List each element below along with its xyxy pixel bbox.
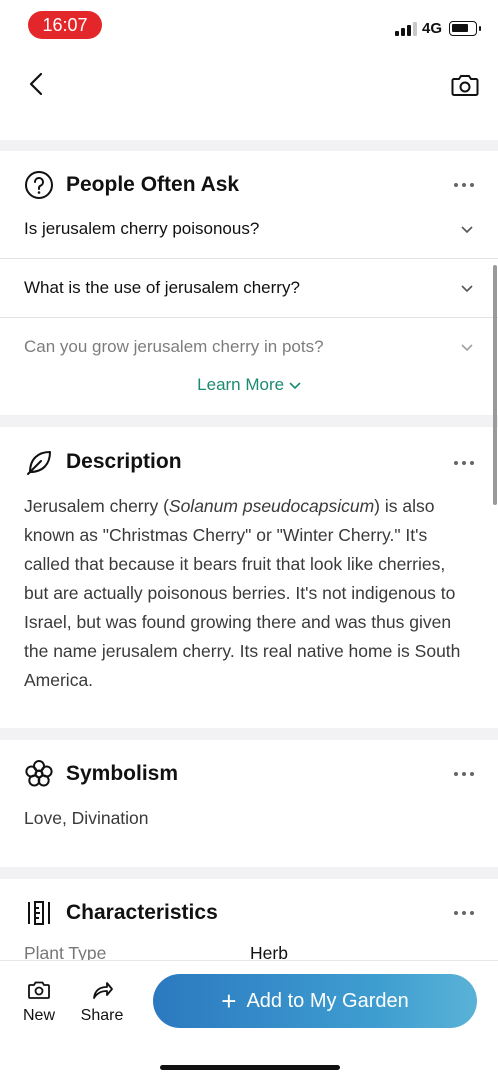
more-options-icon[interactable] [452, 770, 476, 778]
faq-question: Is jerusalem cherry poisonous? [24, 219, 260, 238]
faq-item[interactable]: What is the use of jerusalem cherry? [0, 258, 498, 317]
network-type: 4G [422, 20, 443, 37]
status-time: 16:07 [28, 11, 102, 39]
people-often-ask-title: People Often Ask [66, 173, 240, 196]
chevron-down-icon [289, 382, 301, 390]
symbolism-title: Symbolism [66, 762, 179, 785]
share-label: Share [80, 1007, 124, 1024]
symbolism-text: Love, Divination [24, 808, 149, 828]
chevron-down-icon [461, 285, 473, 293]
description-title: Description [66, 450, 182, 473]
faq-question: Can you grow jerusalem cherry in pots? [24, 337, 324, 356]
chevron-down-icon [461, 226, 473, 234]
new-button[interactable]: New [9, 979, 69, 1025]
chevron-down-icon [461, 344, 473, 352]
camera-icon[interactable] [450, 70, 480, 100]
back-arrow-icon[interactable] [24, 70, 52, 98]
people-often-ask-card: People Often Ask Is jerusalem cherry poi… [0, 151, 498, 415]
more-options-icon[interactable] [452, 181, 476, 189]
cellular-signal-icon [395, 22, 417, 36]
ruler-icon [28, 901, 50, 925]
add-to-garden-label: Add to My Garden [246, 989, 409, 1012]
description-card: Description Jerusalem cherry (Solanum ps… [0, 427, 498, 728]
characteristic-value: Herb [250, 943, 288, 960]
share-button[interactable]: Share [72, 979, 132, 1025]
flower-icon [25, 760, 53, 787]
bottom-action-bar: New Share + Add to My Garden [0, 960, 498, 1080]
faq-item[interactable]: Can you grow jerusalem cherry in pots? [0, 317, 498, 376]
battery-icon [449, 21, 481, 36]
description-text: Jerusalem cherry (Solanum pseudocapsicum… [24, 496, 461, 690]
plus-icon: + [221, 985, 237, 1016]
status-bar: 16:07 4G [0, 0, 498, 50]
characteristics-title: Characteristics [66, 901, 218, 924]
new-label: New [22, 1007, 55, 1024]
more-options-icon[interactable] [452, 459, 476, 467]
learn-more-link[interactable]: Learn More [0, 375, 498, 395]
home-indicator [160, 1065, 340, 1070]
add-to-garden-button[interactable]: + Add to My Garden [153, 974, 477, 1028]
symbolism-card: Symbolism Love, Divination [0, 740, 498, 867]
characteristic-label: Plant Type [24, 943, 107, 960]
share-icon [93, 982, 113, 999]
leaf-icon [27, 451, 51, 475]
faq-item[interactable]: Is jerusalem cherry poisonous? [0, 199, 498, 258]
camera-icon [28, 981, 50, 999]
nav-bar [0, 50, 498, 140]
characteristics-card: Characteristics Plant Type Herb [0, 879, 498, 960]
faq-question: What is the use of jerusalem cherry? [24, 278, 300, 297]
scrollbar[interactable] [493, 265, 497, 505]
learn-more-label: Learn More [197, 375, 285, 394]
question-icon [25, 171, 53, 199]
more-options-icon[interactable] [452, 909, 476, 917]
